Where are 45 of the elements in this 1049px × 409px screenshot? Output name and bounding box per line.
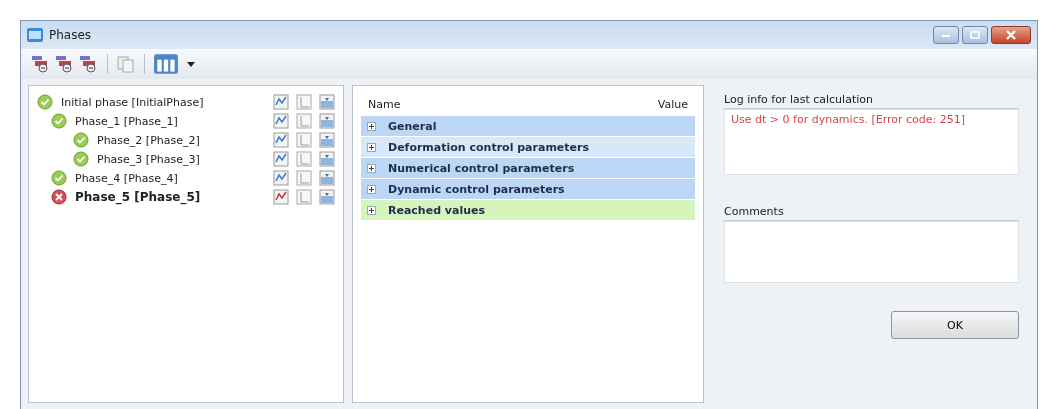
phase-label: Phase_2 [Phase_2] — [97, 133, 200, 147]
property-group-row[interactable]: General — [361, 116, 695, 136]
expand-icon[interactable] — [367, 205, 376, 215]
window-icon — [27, 28, 43, 42]
column-header[interactable]: Name — [368, 97, 401, 111]
property-group-row[interactable]: Numerical control parameters — [361, 158, 695, 178]
columns-icon[interactable] — [153, 53, 179, 75]
add-phase-icon[interactable] — [55, 55, 75, 73]
property-group-label: Reached values — [388, 203, 486, 217]
phase-item[interactable]: Phase_1 [Phase_1] — [37, 112, 335, 130]
phase-label: Phase_4 [Phase_4] — [75, 171, 178, 185]
phase-item[interactable]: Phase_5 [Phase_5] — [37, 188, 335, 206]
property-group-row[interactable]: Deformation control parameters — [361, 137, 695, 157]
phase-label: Phase_1 [Phase_1] — [75, 114, 178, 128]
column-header[interactable]: Value — [657, 97, 688, 111]
comments-field[interactable] — [724, 221, 1019, 283]
property-group-label: Numerical control parameters — [388, 161, 575, 175]
phase-item[interactable]: Phase_2 [Phase_2] — [37, 131, 335, 149]
error-message: Use dt > 0 for dynamics. [Error code: 251] — [731, 113, 966, 126]
phase-item[interactable]: Initial phase [InitialPhase] — [37, 93, 335, 111]
ok-button[interactable]: OK — [891, 311, 1019, 339]
phase-label: Phase_3 [Phase_3] — [97, 152, 200, 166]
property-group-label: General — [388, 119, 437, 133]
expand-icon[interactable] — [367, 142, 376, 152]
add-phase-icon[interactable] — [79, 55, 99, 73]
minimize-icon — [941, 32, 951, 38]
phase-item[interactable]: Phase_4 [Phase_4] — [37, 169, 335, 187]
expand-icon[interactable] — [367, 184, 376, 194]
property-group-row[interactable]: Dynamic control parameters — [361, 179, 695, 199]
add-phase-icon[interactable] — [31, 55, 51, 73]
window-title: Phases — [49, 28, 92, 42]
expand-icon[interactable] — [367, 163, 376, 173]
expand-icon[interactable] — [367, 121, 376, 131]
phase-item[interactable]: Phase_3 [Phase_3] — [37, 150, 335, 168]
property-group-row[interactable]: Reached values — [361, 200, 695, 220]
dropdown-caret-icon[interactable] — [187, 61, 195, 67]
maximize-icon — [970, 31, 980, 39]
close-button[interactable] — [991, 26, 1031, 44]
close-icon — [1006, 30, 1016, 40]
property-group-label: Dynamic control parameters — [388, 182, 565, 196]
maximize-button[interactable] — [962, 26, 988, 44]
phase-label: Phase_5 [Phase_5] — [75, 190, 201, 204]
phase-label: Initial phase [InitialPhase] — [61, 95, 204, 109]
minimize-button[interactable] — [933, 26, 959, 44]
property-group-label: Deformation control parameters — [388, 140, 589, 154]
